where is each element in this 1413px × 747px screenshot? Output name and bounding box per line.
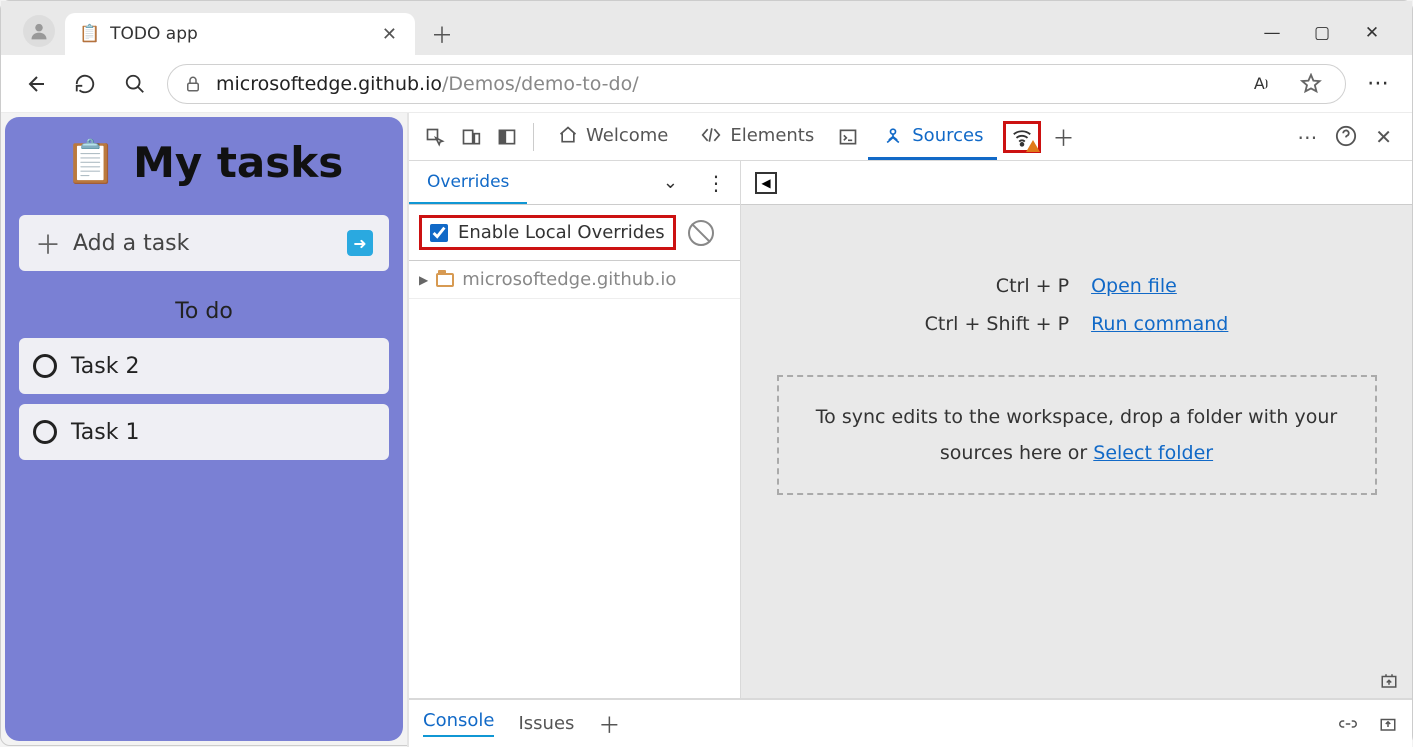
- navigator-more-tabs-icon[interactable]: ⌄: [649, 172, 692, 193]
- tab-title: TODO app: [110, 24, 198, 44]
- minimize-button[interactable]: —: [1260, 23, 1284, 43]
- shortcut-key: Ctrl + P: [925, 275, 1069, 297]
- select-folder-link[interactable]: Select folder: [1093, 442, 1213, 464]
- overrides-tab[interactable]: Overrides: [409, 161, 527, 204]
- open-file-link[interactable]: Open file: [1091, 275, 1228, 297]
- enable-local-overrides-input[interactable]: [430, 224, 448, 242]
- tab-network-highlighted[interactable]: [1003, 121, 1041, 153]
- editor-shortcuts: Ctrl + P Open file Ctrl + Shift + P Run …: [925, 275, 1229, 335]
- maximize-button[interactable]: ▢: [1310, 23, 1334, 43]
- dock-side-icon[interactable]: [491, 127, 523, 147]
- task-label: Task 2: [71, 354, 139, 379]
- tab-favicon: 📋: [79, 24, 100, 44]
- browser-titlebar: 📋 TODO app ✕ ＋ — ▢ ✕: [1, 1, 1412, 55]
- warning-badge-icon: [1026, 140, 1040, 152]
- collapse-navigator-icon[interactable]: ◀: [755, 172, 777, 194]
- address-bar[interactable]: microsoftedge.github.io/Demos/demo-to-do…: [167, 64, 1346, 104]
- task-row[interactable]: Task 1: [19, 404, 389, 460]
- more-tools-button[interactable]: ⋯: [1297, 125, 1317, 149]
- drawer-expand-icon[interactable]: [1378, 715, 1398, 733]
- settings-menu-button[interactable]: ⋯: [1360, 66, 1396, 102]
- task-checkbox-icon[interactable]: [33, 354, 57, 378]
- app-title: 📋 My tasks: [19, 137, 389, 187]
- override-domain-row[interactable]: ▶ microsoftedge.github.io: [409, 261, 740, 299]
- favorites-icon[interactable]: [1293, 66, 1329, 102]
- read-aloud-icon[interactable]: A⦘: [1243, 66, 1279, 102]
- profile-avatar[interactable]: [23, 15, 55, 47]
- add-task-placeholder: Add a task: [73, 231, 189, 256]
- override-domain-label: microsoftedge.github.io: [462, 269, 676, 290]
- sources-navigator: Overrides ⌄ ⋮ Enable Local Overrides ▶ m…: [409, 161, 741, 698]
- task-label: Task 1: [71, 420, 139, 445]
- tab-sources[interactable]: Sources: [868, 113, 997, 160]
- coverage-icon[interactable]: [1378, 672, 1400, 690]
- workspace-dropzone[interactable]: To sync edits to the workspace, drop a f…: [777, 375, 1377, 495]
- device-toggle-icon[interactable]: [455, 127, 487, 147]
- console-shortcut-icon[interactable]: [832, 127, 864, 147]
- lock-icon: [184, 74, 202, 94]
- shortcut-key: Ctrl + Shift + P: [925, 313, 1069, 335]
- search-button[interactable]: [117, 66, 153, 102]
- expand-tree-icon[interactable]: ▶: [419, 273, 428, 287]
- close-devtools-button[interactable]: ✕: [1375, 125, 1392, 149]
- more-tabs-button[interactable]: ＋: [1047, 121, 1079, 153]
- task-row[interactable]: Task 2: [19, 338, 389, 394]
- help-icon[interactable]: [1335, 125, 1357, 149]
- devtools-panel: Welcome Elements Sources ＋ ⋯ ✕: [407, 113, 1412, 747]
- folder-icon: [436, 273, 454, 287]
- drawer-tab-issues[interactable]: Issues: [518, 713, 574, 734]
- submit-task-button[interactable]: ➜: [347, 230, 373, 256]
- enable-local-overrides-checkbox[interactable]: Enable Local Overrides: [419, 215, 676, 250]
- devtools-tabbar: Welcome Elements Sources ＋ ⋯ ✕: [409, 113, 1412, 161]
- drawer-add-tab-button[interactable]: ＋: [598, 708, 620, 740]
- task-checkbox-icon[interactable]: [33, 420, 57, 444]
- drawer-tab-console[interactable]: Console: [423, 710, 494, 737]
- page-content-todo-app: 📋 My tasks ＋ Add a task ➜ To do Task 2 T…: [5, 117, 403, 741]
- browser-toolbar: microsoftedge.github.io/Demos/demo-to-do…: [1, 55, 1412, 113]
- browser-tab[interactable]: 📋 TODO app ✕: [65, 13, 415, 55]
- tab-close-icon[interactable]: ✕: [378, 20, 401, 49]
- run-command-link[interactable]: Run command: [1091, 313, 1228, 335]
- plus-icon: ＋: [35, 225, 61, 262]
- add-task-input[interactable]: ＋ Add a task ➜: [19, 215, 389, 271]
- navigator-menu-icon[interactable]: ⋮: [692, 171, 740, 195]
- tab-elements[interactable]: Elements: [686, 113, 828, 160]
- back-button[interactable]: [17, 66, 53, 102]
- sources-editor: ◀ Ctrl + P Open file Ctrl + Shift + P Ru…: [741, 161, 1412, 698]
- tab-welcome[interactable]: Welcome: [544, 113, 682, 160]
- clear-overrides-icon[interactable]: [688, 220, 714, 246]
- window-controls: — ▢ ✕: [1260, 23, 1404, 55]
- drawer-link-icon[interactable]: [1338, 715, 1358, 733]
- close-window-button[interactable]: ✕: [1360, 23, 1384, 43]
- section-heading: To do: [19, 299, 389, 324]
- inspect-element-icon[interactable]: [419, 127, 451, 147]
- new-tab-button[interactable]: ＋: [421, 13, 463, 55]
- devtools-drawer: Console Issues ＋: [409, 699, 1412, 747]
- refresh-button[interactable]: [67, 66, 103, 102]
- url-text: microsoftedge.github.io/Demos/demo-to-do…: [216, 73, 1229, 95]
- clipboard-icon: 📋: [65, 137, 117, 187]
